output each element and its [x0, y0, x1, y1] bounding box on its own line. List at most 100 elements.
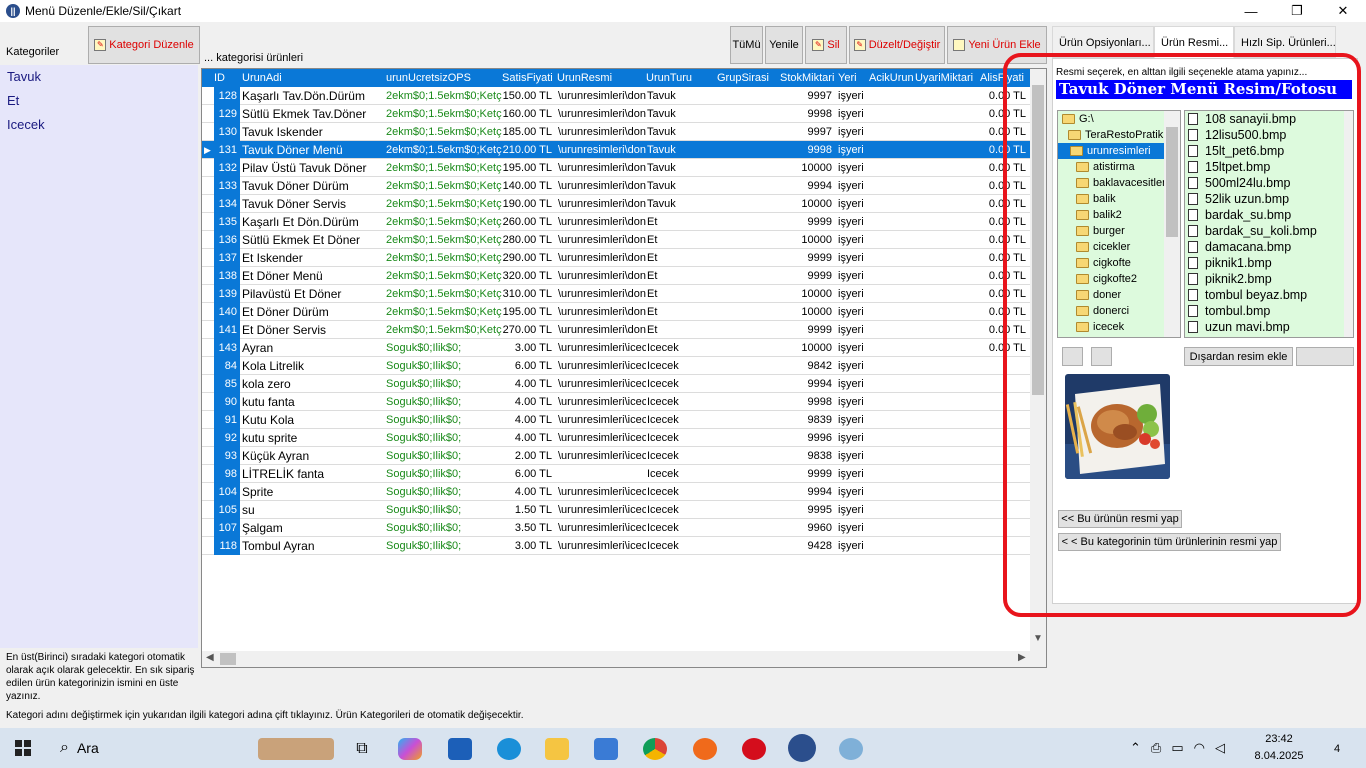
table-row[interactable]: 93 Küçük Ayran Soguk$0;Ilik$0; 2.00 TL \urun… [202, 447, 1032, 465]
cell-type: Et [647, 324, 658, 336]
store-icon[interactable] [594, 738, 618, 760]
cell-price: 280.00 TL [502, 234, 552, 246]
column-header[interactable]: ID [214, 69, 225, 87]
category-edit-button[interactable]: ✎ Kategori Düzenle [88, 26, 200, 64]
cell-ops: 2ekm$0;1.5ekm$0;Ketç [386, 108, 502, 120]
column-header[interactable]: SatisFiyati [502, 69, 553, 87]
edge-icon[interactable] [497, 738, 521, 760]
file-explorer-icon[interactable] [545, 738, 569, 760]
column-header[interactable]: UyariMiktari [915, 69, 973, 87]
scroll-down-icon[interactable]: ▼ [1033, 633, 1043, 644]
column-header[interactable]: AcikUrun [869, 69, 914, 87]
cell-id: 92 [214, 429, 240, 447]
table-row[interactable]: 104 Sprite Soguk$0;Ilik$0; 4.00 TL \urunresi… [202, 483, 1032, 501]
opera-icon[interactable] [742, 738, 766, 760]
scrollbar-thumb[interactable] [220, 653, 236, 665]
table-row[interactable]: 133 Tavuk Döner Dürüm 2ekm$0;1.5ekm$0;Ketç… [202, 177, 1032, 195]
table-row[interactable]: 105 su Soguk$0;Ilik$0; 1.50 TL \urunresimler… [202, 501, 1032, 519]
battery-icon[interactable]: ▭ [1171, 740, 1183, 756]
all-button[interactable]: TüMü [730, 26, 763, 64]
cell-stock: 9997 [807, 90, 832, 102]
table-row[interactable]: 118 Tombul Ayran Soguk$0;Ilik$0; 3.00 TL \ur… [202, 537, 1032, 555]
table-row[interactable]: 91 Kutu Kola Soguk$0;Ilik$0; 4.00 TL \urunre… [202, 411, 1032, 429]
table-row[interactable]: 85 kola zero Soguk$0;Ilik$0; 4.00 TL \urunre… [202, 375, 1032, 393]
cell-name: Sütlü Ekmek Et Döner [242, 233, 361, 247]
table-row[interactable]: 136 Sütlü Ekmek Et Döner 2ekm$0;1.5ekm$0;K… [202, 231, 1032, 249]
cell-stock: 9999 [807, 252, 832, 264]
scroll-right-icon[interactable]: ▶ [1018, 652, 1026, 663]
grid-horizontal-scrollbar[interactable]: ◀ ▶ [202, 651, 1046, 667]
table-row[interactable]: 135 Kaşarlı Et Dön.Dürüm 2ekm$0;1.5ekm$0;K… [202, 213, 1032, 231]
copilot-icon[interactable] [398, 738, 422, 760]
cell-img [558, 465, 646, 483]
table-row[interactable]: 84 Kola Litrelik Soguk$0;Ilik$0; 6.00 TL \ur… [202, 357, 1032, 375]
cell-place: işyeri [838, 198, 864, 210]
cell-price: 3.00 TL [514, 342, 552, 354]
maximize-button[interactable]: ❐ [1274, 0, 1320, 22]
cell-type: Icecek [647, 378, 679, 390]
cell-img: \urunresimleri\don [558, 252, 646, 264]
taskbar-clock[interactable]: 23:42 8.04.2025 [1254, 731, 1304, 765]
cell-name: Tavuk Döner Dürüm [242, 179, 349, 193]
delete-button[interactable]: ✎ Sil [805, 26, 847, 64]
edit-button[interactable]: ✎ Düzelt/Değiştir [849, 26, 945, 64]
column-header[interactable]: StokMiktari [780, 69, 834, 87]
cell-type: Et [647, 216, 658, 228]
search-highlight-image[interactable] [258, 738, 334, 760]
refresh-button[interactable]: Yenile [765, 26, 803, 64]
paint-icon[interactable] [839, 738, 863, 760]
notification-badge[interactable]: 4 [1326, 738, 1348, 760]
cell-stock: 9999 [807, 216, 832, 228]
column-header[interactable]: Yeri [838, 69, 857, 87]
wifi-icon[interactable]: ◠ [1194, 740, 1205, 756]
start-button[interactable] [0, 728, 46, 768]
cell-place: işyeri [838, 162, 864, 174]
cell-type: Icecek [647, 540, 679, 552]
table-row[interactable]: 107 Şalgam Soguk$0;Ilik$0; 3.50 TL \urunresi… [202, 519, 1032, 537]
task-view-icon[interactable]: ⧉ [350, 738, 374, 760]
cell-img: \urunresimleri\icec [558, 360, 646, 372]
table-row[interactable]: 141 Et Döner Servis 2ekm$0;1.5ekm$0;Ketç 27… [202, 321, 1032, 339]
cell-price: 310.00 TL [502, 288, 552, 300]
cell-place: işyeri [838, 108, 864, 120]
category-item[interactable]: Icecek [0, 113, 198, 137]
firefox-icon[interactable] [693, 738, 717, 760]
table-row[interactable]: 129 Sütlü Ekmek Tav.Döner 2ekm$0;1.5ekm$0;… [202, 105, 1032, 123]
volume-icon[interactable]: ◁ [1215, 740, 1225, 756]
minimize-button[interactable]: — [1228, 0, 1274, 22]
column-header[interactable]: GrupSirasi [717, 69, 769, 87]
table-row[interactable]: 143 Ayran Soguk$0;Ilik$0; 3.00 TL \urunresim… [202, 339, 1032, 357]
table-row[interactable]: 139 Pilavüstü Et Döner 2ekm$0;1.5ekm$0;Ket… [202, 285, 1032, 303]
table-row[interactable]: 128 Kaşarlı Tav.Dön.Dürüm 2ekm$0;1.5ekm$0;… [202, 87, 1032, 105]
laptop-app-icon[interactable] [448, 738, 472, 760]
column-header[interactable]: urunUcretsizOPS [386, 69, 471, 87]
close-button[interactable]: ✕ [1320, 0, 1366, 22]
scroll-left-icon[interactable]: ◀ [206, 652, 214, 663]
table-row[interactable]: 134 Tavuk Döner Servis 2ekm$0;1.5ekm$0;Ket… [202, 195, 1032, 213]
category-list: Tavuk Et Icecek [0, 65, 198, 648]
device-icon[interactable]: ⎙ [1151, 740, 1161, 756]
resto-app-icon[interactable] [788, 734, 816, 762]
table-row[interactable]: 90 kutu fanta Soguk$0;Ilik$0; 4.00 TL \urunr… [202, 393, 1032, 411]
table-row[interactable]: 130 Tavuk Iskender 2ekm$0;1.5ekm$0;Ketç 185… [202, 123, 1032, 141]
cell-id: 140 [214, 303, 240, 321]
chrome-icon[interactable] [643, 738, 667, 760]
taskbar-search[interactable]: ⌕ Ara [46, 728, 246, 768]
column-header[interactable]: UrunAdi [242, 69, 282, 87]
table-row[interactable]: 98 LİTRELİK fanta Soguk$0;Ilik$0; 6.00 TL Ic… [202, 465, 1032, 483]
windows-icon [15, 740, 31, 756]
category-item[interactable]: Tavuk [0, 65, 198, 89]
table-row[interactable]: 92 kutu sprite Soguk$0;Ilik$0; 4.00 TL \urun… [202, 429, 1032, 447]
column-header[interactable]: UrunTuru [646, 69, 692, 87]
table-row[interactable]: ▶ 131 Tavuk Döner Menü 2ekm$0;1.5ekm$0;Ketç… [202, 141, 1032, 159]
category-item[interactable]: Et [0, 89, 198, 113]
chevron-up-icon[interactable]: ⌃ [1130, 740, 1141, 756]
table-row[interactable]: 132 Pilav Üstü Tavuk Döner 2ekm$0;1.5ekm$0… [202, 159, 1032, 177]
table-row[interactable]: 137 Et Iskender 2ekm$0;1.5ekm$0;Ketç 290.00… [202, 249, 1032, 267]
column-header[interactable]: UrunResmi [557, 69, 612, 87]
cell-type: Icecek [647, 450, 679, 462]
cell-place: işyeri [838, 216, 864, 228]
table-row[interactable]: 140 Et Döner Dürüm 2ekm$0;1.5ekm$0;Ketç 195… [202, 303, 1032, 321]
cell-id: 90 [214, 393, 240, 411]
table-row[interactable]: 138 Et Döner Menü 2ekm$0;1.5ekm$0;Ketç 320.… [202, 267, 1032, 285]
